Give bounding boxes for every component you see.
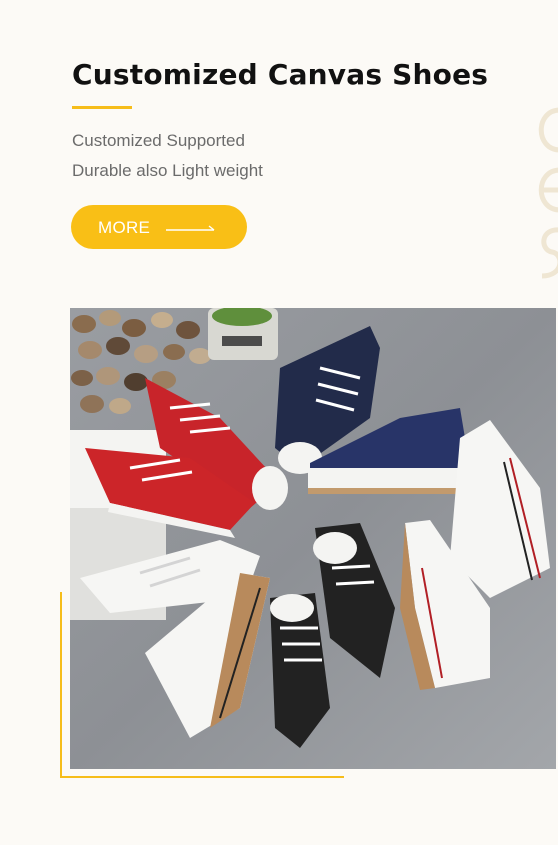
product-photo	[70, 308, 556, 769]
decorative-watermark	[530, 100, 558, 280]
accent-line-horizontal	[60, 776, 344, 778]
page-title: Customized Canvas Shoes	[72, 58, 489, 91]
more-button[interactable]: MORE	[71, 205, 247, 249]
more-button-label: MORE	[98, 218, 151, 237]
subtitle-line-2: Durable also Light weight	[72, 161, 263, 180]
subtitle-line-1: Customized Supported	[72, 131, 245, 150]
title-underline	[72, 106, 132, 109]
canvas-shoes-section: Customized Canvas Shoes Customized Suppo…	[0, 0, 558, 845]
accent-line-vertical	[60, 592, 62, 778]
arrow-right-icon	[166, 222, 216, 240]
